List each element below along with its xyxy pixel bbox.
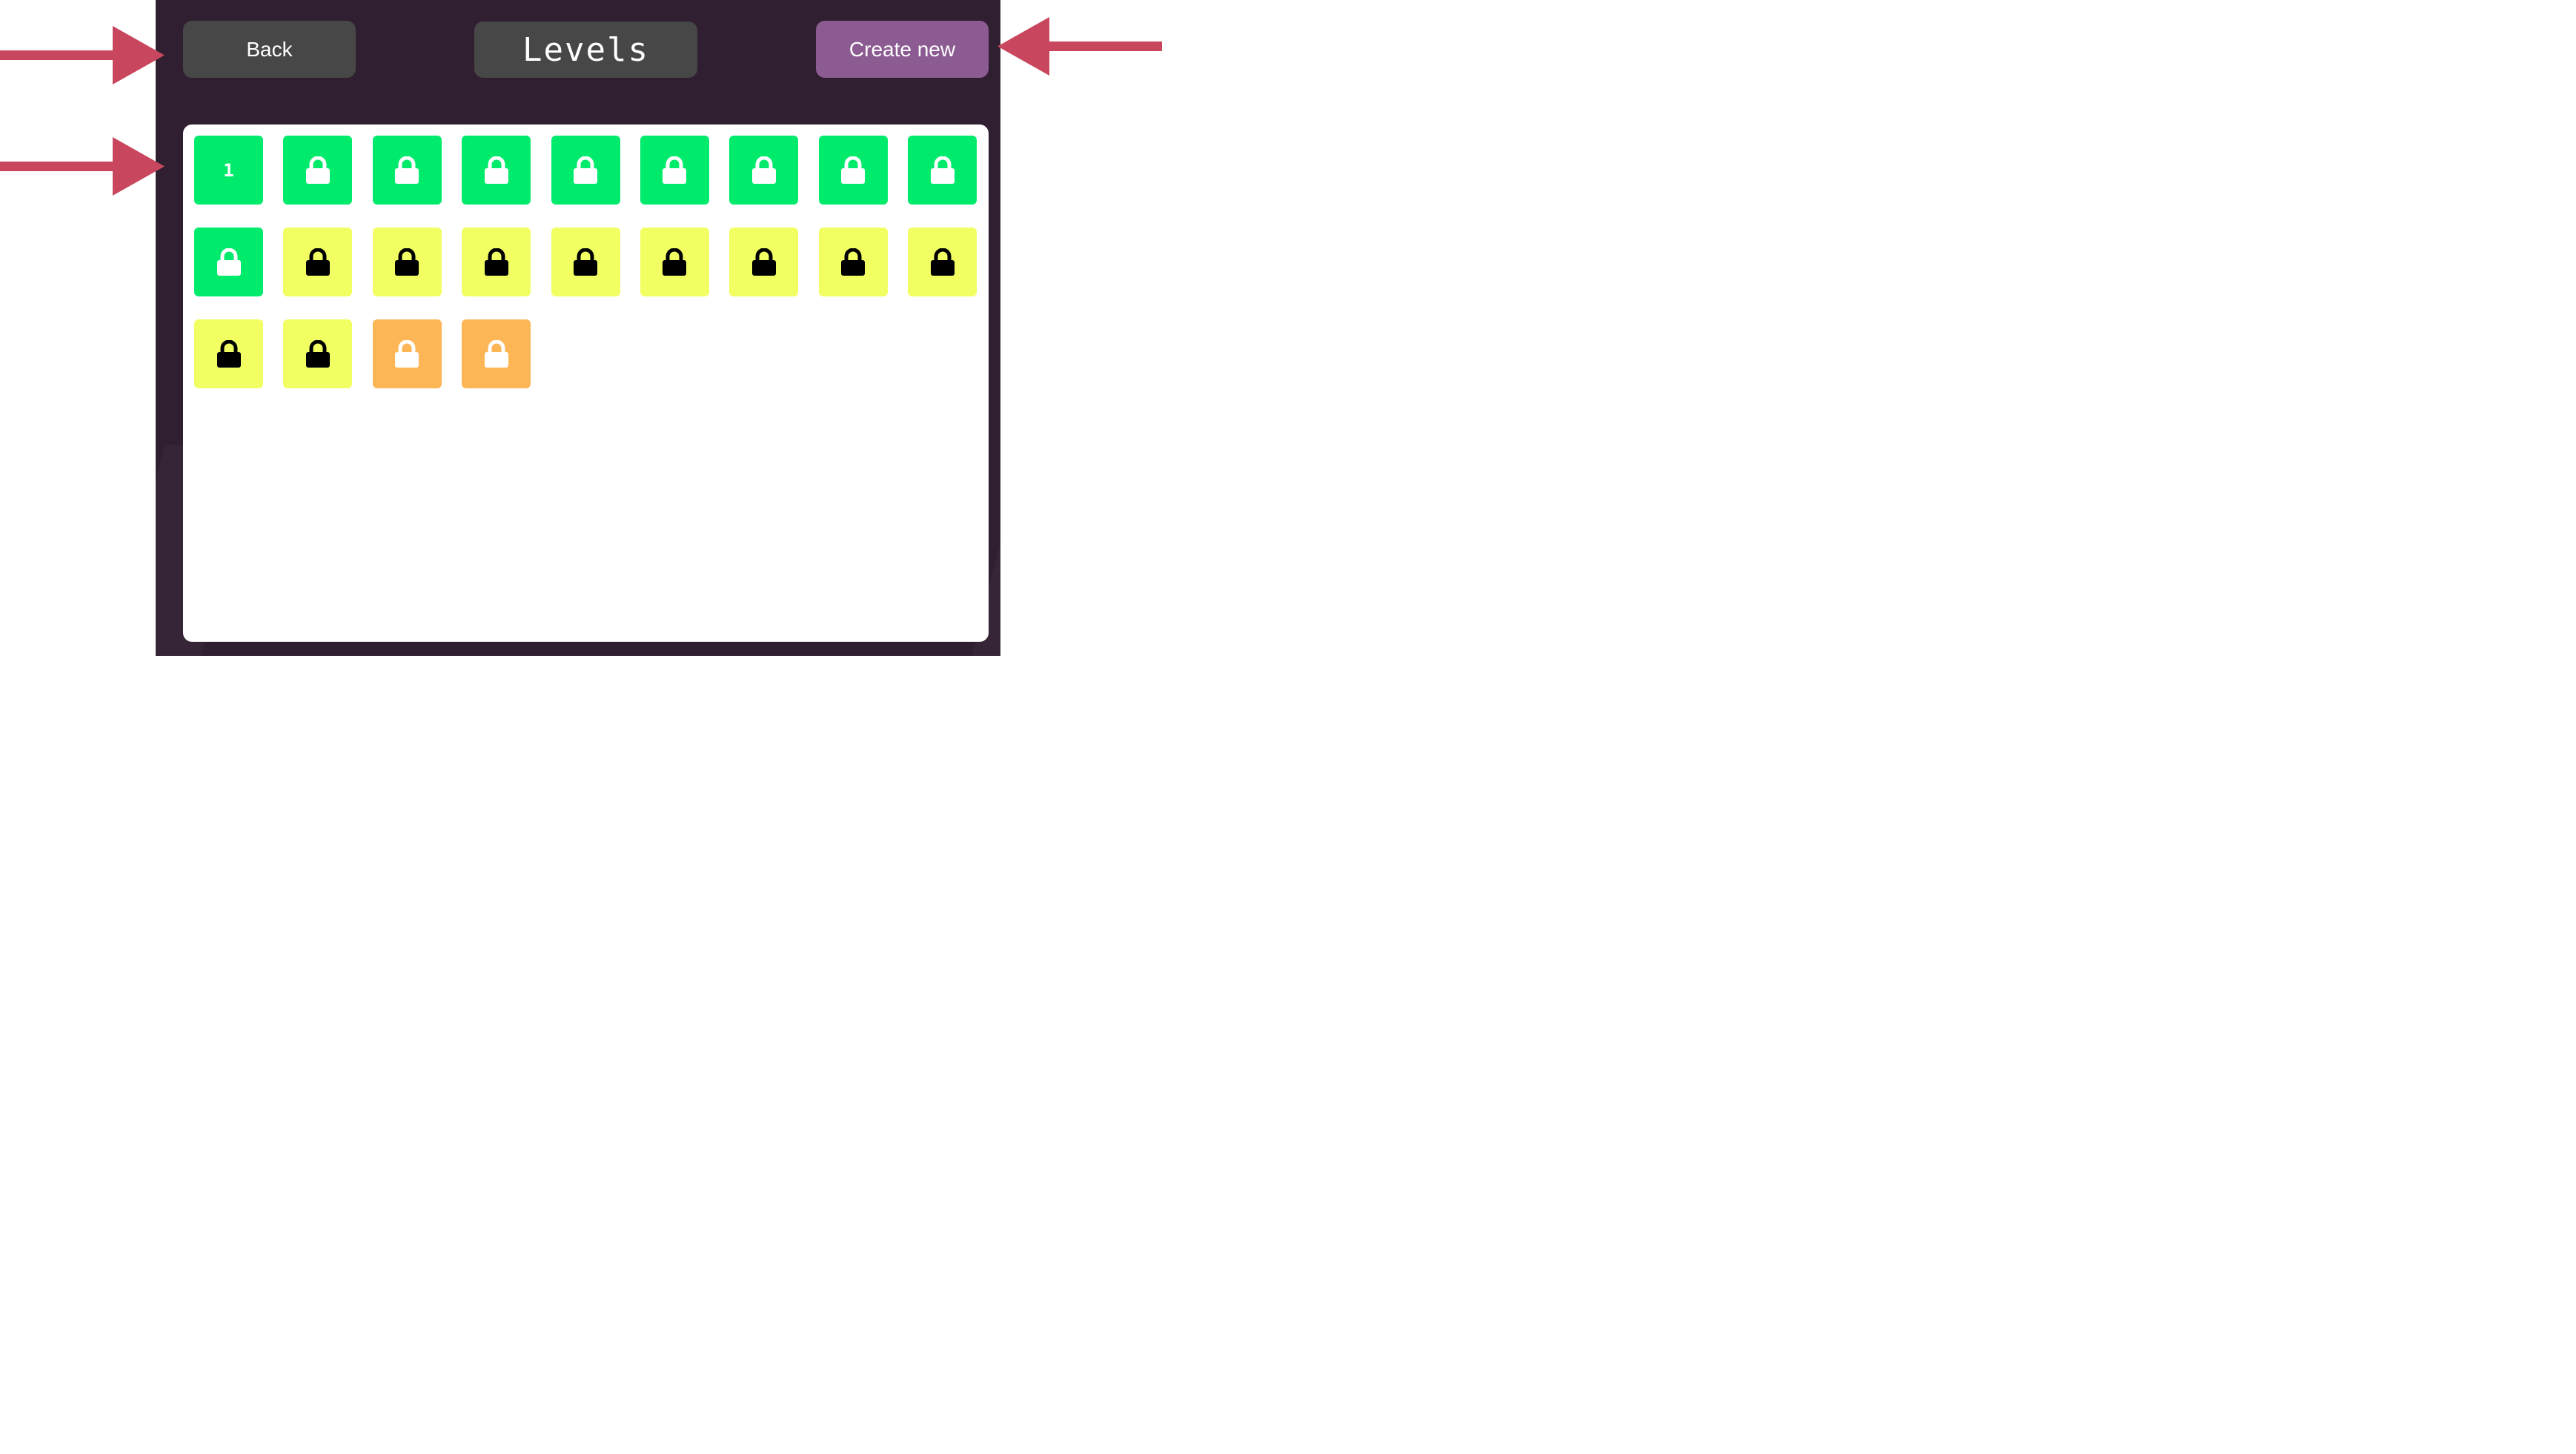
back-button-label: Back xyxy=(246,37,293,61)
lock-icon xyxy=(305,339,331,368)
level-tile[interactable] xyxy=(640,136,709,205)
level-tile[interactable] xyxy=(194,228,263,296)
lock-icon xyxy=(751,248,777,276)
arrow-to-level-grid xyxy=(0,137,165,196)
lock-icon xyxy=(305,248,331,276)
level-tile[interactable] xyxy=(372,228,442,296)
create-new-button-label: Create new xyxy=(849,37,956,61)
lock-icon xyxy=(394,156,419,185)
level-tile[interactable] xyxy=(462,136,531,205)
lock-icon xyxy=(930,156,955,185)
lock-icon xyxy=(394,339,419,368)
level-tile[interactable] xyxy=(818,136,888,205)
lock-icon xyxy=(840,248,866,276)
page-title-box: Levels xyxy=(474,21,697,78)
arrow-to-back-button xyxy=(0,26,165,84)
lock-icon xyxy=(662,156,687,185)
level-tile[interactable] xyxy=(908,228,977,296)
lock-icon xyxy=(573,156,598,185)
create-new-button[interactable]: Create new xyxy=(816,21,989,78)
level-tile[interactable] xyxy=(729,228,799,296)
level-tile[interactable] xyxy=(283,228,353,296)
level-number: 1 xyxy=(223,159,234,181)
arrow-to-create-button xyxy=(997,17,1162,76)
level-tile[interactable]: 1 xyxy=(194,136,263,205)
level-tile[interactable] xyxy=(462,319,531,388)
lock-icon xyxy=(484,339,509,368)
level-tile[interactable] xyxy=(372,319,442,388)
lock-icon xyxy=(484,156,509,185)
level-tile[interactable] xyxy=(372,136,442,205)
lock-icon xyxy=(484,248,509,276)
lock-icon xyxy=(573,248,598,276)
lock-icon xyxy=(930,248,955,276)
level-board: 1 xyxy=(183,125,989,642)
back-button[interactable]: Back xyxy=(183,21,356,78)
level-tile[interactable] xyxy=(462,228,531,296)
lock-icon xyxy=(394,248,419,276)
level-tile[interactable] xyxy=(818,228,888,296)
page-title: Levels xyxy=(522,30,649,69)
lock-icon xyxy=(662,248,687,276)
level-tile[interactable] xyxy=(194,319,263,388)
lock-icon xyxy=(216,339,242,368)
level-tile[interactable] xyxy=(908,136,977,205)
level-tile[interactable] xyxy=(729,136,799,205)
lock-icon xyxy=(216,248,242,276)
level-grid: 1 xyxy=(194,136,977,388)
level-tile[interactable] xyxy=(551,136,620,205)
lock-icon xyxy=(840,156,866,185)
lock-icon xyxy=(305,156,331,185)
level-tile[interactable] xyxy=(640,228,709,296)
levels-panel: Back Levels Create new 1 xyxy=(156,0,1000,656)
level-tile[interactable] xyxy=(283,319,353,388)
level-tile[interactable] xyxy=(283,136,353,205)
lock-icon xyxy=(751,156,777,185)
level-tile[interactable] xyxy=(551,228,620,296)
screen: Back Levels Create new 1 xyxy=(0,0,1162,656)
